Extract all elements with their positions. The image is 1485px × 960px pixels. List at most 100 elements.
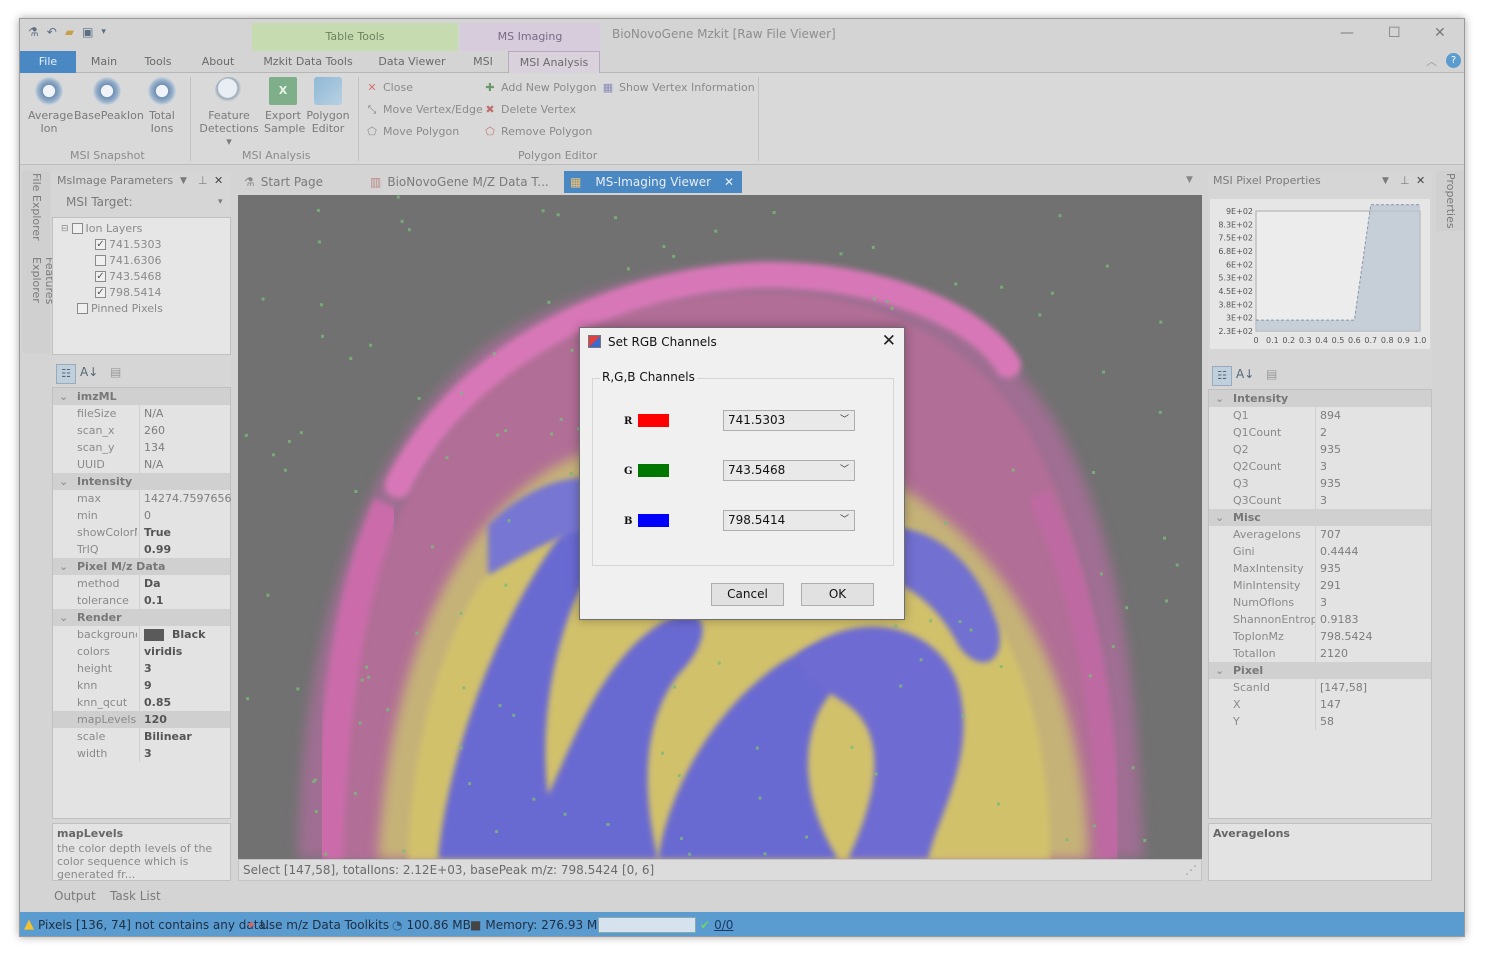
property-row[interactable]: Q3 935: [1209, 475, 1431, 492]
checkbox[interactable]: [77, 303, 88, 314]
file-explorer-tab[interactable]: File Explorer: [30, 173, 43, 241]
minimize-icon[interactable]: —: [1340, 25, 1354, 41]
property-row[interactable]: scale Bilinear: [53, 728, 230, 745]
property-value[interactable]: 0.1: [139, 592, 231, 609]
property-value[interactable]: 935: [1315, 560, 1431, 577]
property-row[interactable]: Q3Count 3: [1209, 492, 1431, 509]
close-polygon-button[interactable]: ✕ Close: [366, 81, 413, 94]
panel-dropdown-icon[interactable]: ▼: [180, 171, 187, 191]
property-row[interactable]: TrIQ 0.99: [53, 541, 230, 558]
total-ions-button[interactable]: Total Ions: [144, 77, 180, 135]
tab-data-toolkit[interactable]: ▥ BioNovoGene M/Z Data T...: [364, 171, 554, 193]
property-value[interactable]: 134: [139, 439, 231, 456]
pin-icon[interactable]: ⊥: [1400, 171, 1410, 191]
property-row[interactable]: AverageIons 707: [1209, 526, 1431, 543]
collapse-chevron-icon[interactable]: ⌄: [59, 558, 68, 575]
property-row[interactable]: min 0: [53, 507, 230, 524]
property-value[interactable]: 147: [1315, 696, 1431, 713]
tab-list-icon[interactable]: ▼: [1186, 175, 1193, 185]
property-row[interactable]: Y 58: [1209, 713, 1431, 730]
property-row[interactable]: mapLevels 120: [53, 711, 230, 728]
categorized-icon[interactable]: ☷: [1212, 366, 1232, 386]
tab-main[interactable]: Main: [80, 51, 128, 73]
undo-icon[interactable]: ↶: [47, 25, 57, 39]
checkbox-checked[interactable]: ✓: [95, 287, 106, 298]
property-row[interactable]: method Da: [53, 575, 230, 592]
property-pages-icon[interactable]: ▤: [1266, 367, 1277, 381]
property-category[interactable]: ⌄ Render: [53, 609, 230, 626]
ok-button[interactable]: OK: [801, 583, 874, 606]
property-value[interactable]: Black: [139, 626, 231, 643]
property-row[interactable]: showColorMap True: [53, 524, 230, 541]
property-value[interactable]: 0.9183: [1315, 611, 1431, 628]
panel-close-icon[interactable]: ✕: [214, 171, 223, 191]
collapse-icon[interactable]: ⊟: [61, 224, 69, 234]
help-icon[interactable]: ?: [1446, 53, 1461, 68]
average-ion-button[interactable]: Average Ion: [28, 77, 73, 135]
property-value[interactable]: 9: [139, 677, 231, 694]
output-tab[interactable]: Output: [54, 889, 96, 903]
blue-swatch[interactable]: [638, 514, 669, 527]
property-row[interactable]: TotalIon 2120: [1209, 645, 1431, 662]
property-value[interactable]: 2: [1315, 424, 1431, 441]
property-value[interactable]: True: [139, 524, 231, 541]
property-category[interactable]: ⌄ imzML: [53, 388, 230, 405]
property-category[interactable]: ⌄ Intensity: [1209, 390, 1431, 407]
property-pages-icon[interactable]: ▤: [110, 365, 121, 379]
open-folder-icon[interactable]: ▰: [65, 25, 74, 39]
flask-icon[interactable]: ⚗: [28, 25, 39, 39]
property-value[interactable]: 120: [139, 711, 231, 728]
tab-msi-analysis[interactable]: MSI Analysis: [508, 51, 600, 73]
property-row[interactable]: MaxIntensity 935: [1209, 560, 1431, 577]
property-value[interactable]: 0.4444: [1315, 543, 1431, 560]
panel-close-icon[interactable]: ✕: [1416, 171, 1425, 191]
tab-about[interactable]: About: [190, 51, 246, 73]
property-value[interactable]: 2120: [1315, 645, 1431, 662]
property-value[interactable]: Da: [139, 575, 231, 592]
property-value[interactable]: 798.5424: [1315, 628, 1431, 645]
checkbox[interactable]: [95, 255, 106, 266]
delete-vertex-button[interactable]: ✖ Delete Vertex: [484, 103, 576, 116]
sort-alphabetical-icon[interactable]: A↓: [1236, 367, 1254, 381]
panel-dropdown-icon[interactable]: ▼: [1382, 171, 1389, 191]
collapse-chevron-icon[interactable]: ⌄: [59, 473, 68, 490]
tasks-text[interactable]: 0/0: [714, 912, 733, 936]
dialog-close-icon[interactable]: ✕: [882, 331, 896, 351]
property-row[interactable]: Q1Count 2: [1209, 424, 1431, 441]
property-row[interactable]: knn_qcut 0.85: [53, 694, 230, 711]
green-swatch[interactable]: [638, 464, 669, 477]
move-polygon-button[interactable]: ⬠ Move Polygon: [366, 125, 459, 138]
tab-tools[interactable]: Tools: [134, 51, 182, 73]
tree-item[interactable]: ✓ 743.5468: [95, 270, 162, 283]
property-row[interactable]: Q2 935: [1209, 441, 1431, 458]
pin-icon[interactable]: ⊥: [198, 171, 208, 191]
collapse-chevron-icon[interactable]: ⌄: [1215, 509, 1224, 526]
feature-detections-button[interactable]: Feature Detections ▾: [196, 77, 262, 148]
red-swatch[interactable]: [638, 414, 669, 427]
customize-qat-icon[interactable]: ▾: [101, 27, 106, 37]
property-row[interactable]: background Black: [53, 626, 230, 643]
tab-file[interactable]: File: [20, 51, 76, 73]
collapse-chevron-icon[interactable]: ⌄: [1215, 662, 1224, 679]
property-row[interactable]: tolerance 0.1: [53, 592, 230, 609]
tab-close-icon[interactable]: ✕: [724, 171, 734, 193]
export-sample-button[interactable]: X Export Sample: [264, 77, 305, 135]
tree-item[interactable]: ✓ 798.5414: [95, 286, 162, 299]
property-row[interactable]: scan_x 260: [53, 422, 230, 439]
property-value[interactable]: 3: [139, 745, 231, 762]
task-list-tab[interactable]: Task List: [110, 889, 161, 903]
property-row[interactable]: scan_y 134: [53, 439, 230, 456]
checkbox[interactable]: [71, 223, 83, 234]
move-vertex-edge-button[interactable]: ⤡ Move Vertex/Edge: [366, 103, 483, 116]
tasks-link[interactable]: ✔ 0/0: [700, 912, 733, 936]
property-value[interactable]: 14274.759765625: [139, 490, 231, 507]
property-row[interactable]: width 3: [53, 745, 230, 762]
collapse-chevron-icon[interactable]: ⌄: [59, 388, 68, 405]
property-value[interactable]: 58: [1315, 713, 1431, 730]
property-value[interactable]: 707: [1315, 526, 1431, 543]
property-value[interactable]: 3: [1315, 492, 1431, 509]
tab-ms-imaging-viewer[interactable]: ▦ MS-Imaging Viewer ✕: [564, 171, 742, 193]
show-vertex-info-button[interactable]: ▦ Show Vertex Information: [602, 81, 755, 94]
msi-target-row[interactable]: MSI Target: ▾: [52, 195, 231, 213]
property-row[interactable]: fileSize N/A: [53, 405, 230, 422]
